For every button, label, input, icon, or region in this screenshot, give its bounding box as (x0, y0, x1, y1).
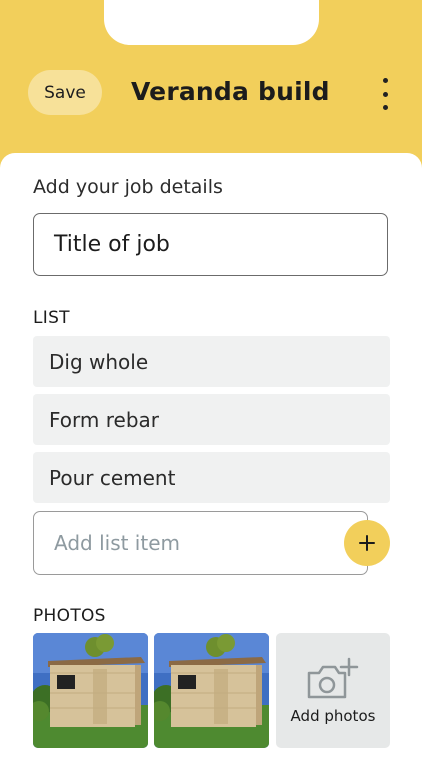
add-photos-button[interactable]: Add photos (276, 633, 390, 748)
photo-thumbnail[interactable] (154, 633, 269, 748)
camera-plus-icon (307, 657, 359, 698)
save-button[interactable]: Save (28, 70, 102, 115)
plus-icon (359, 535, 375, 551)
list-heading: LIST (33, 308, 70, 328)
details-label: Add your job details (33, 176, 223, 198)
page-title: Veranda build (131, 77, 330, 106)
add-list-item-input[interactable]: Add list item (33, 511, 368, 575)
list-item[interactable]: Pour cement (33, 452, 390, 503)
add-item-button[interactable] (344, 520, 390, 566)
job-title-input[interactable]: Title of job (33, 213, 388, 276)
list-item[interactable]: Form rebar (33, 394, 390, 445)
more-options-icon[interactable] (374, 78, 396, 110)
add-photos-label: Add photos (290, 706, 376, 725)
list-item[interactable]: Dig whole (33, 336, 390, 387)
photo-thumbnail[interactable] (33, 633, 148, 748)
photos-heading: PHOTOS (33, 606, 106, 626)
header: Save Veranda build (0, 0, 422, 160)
